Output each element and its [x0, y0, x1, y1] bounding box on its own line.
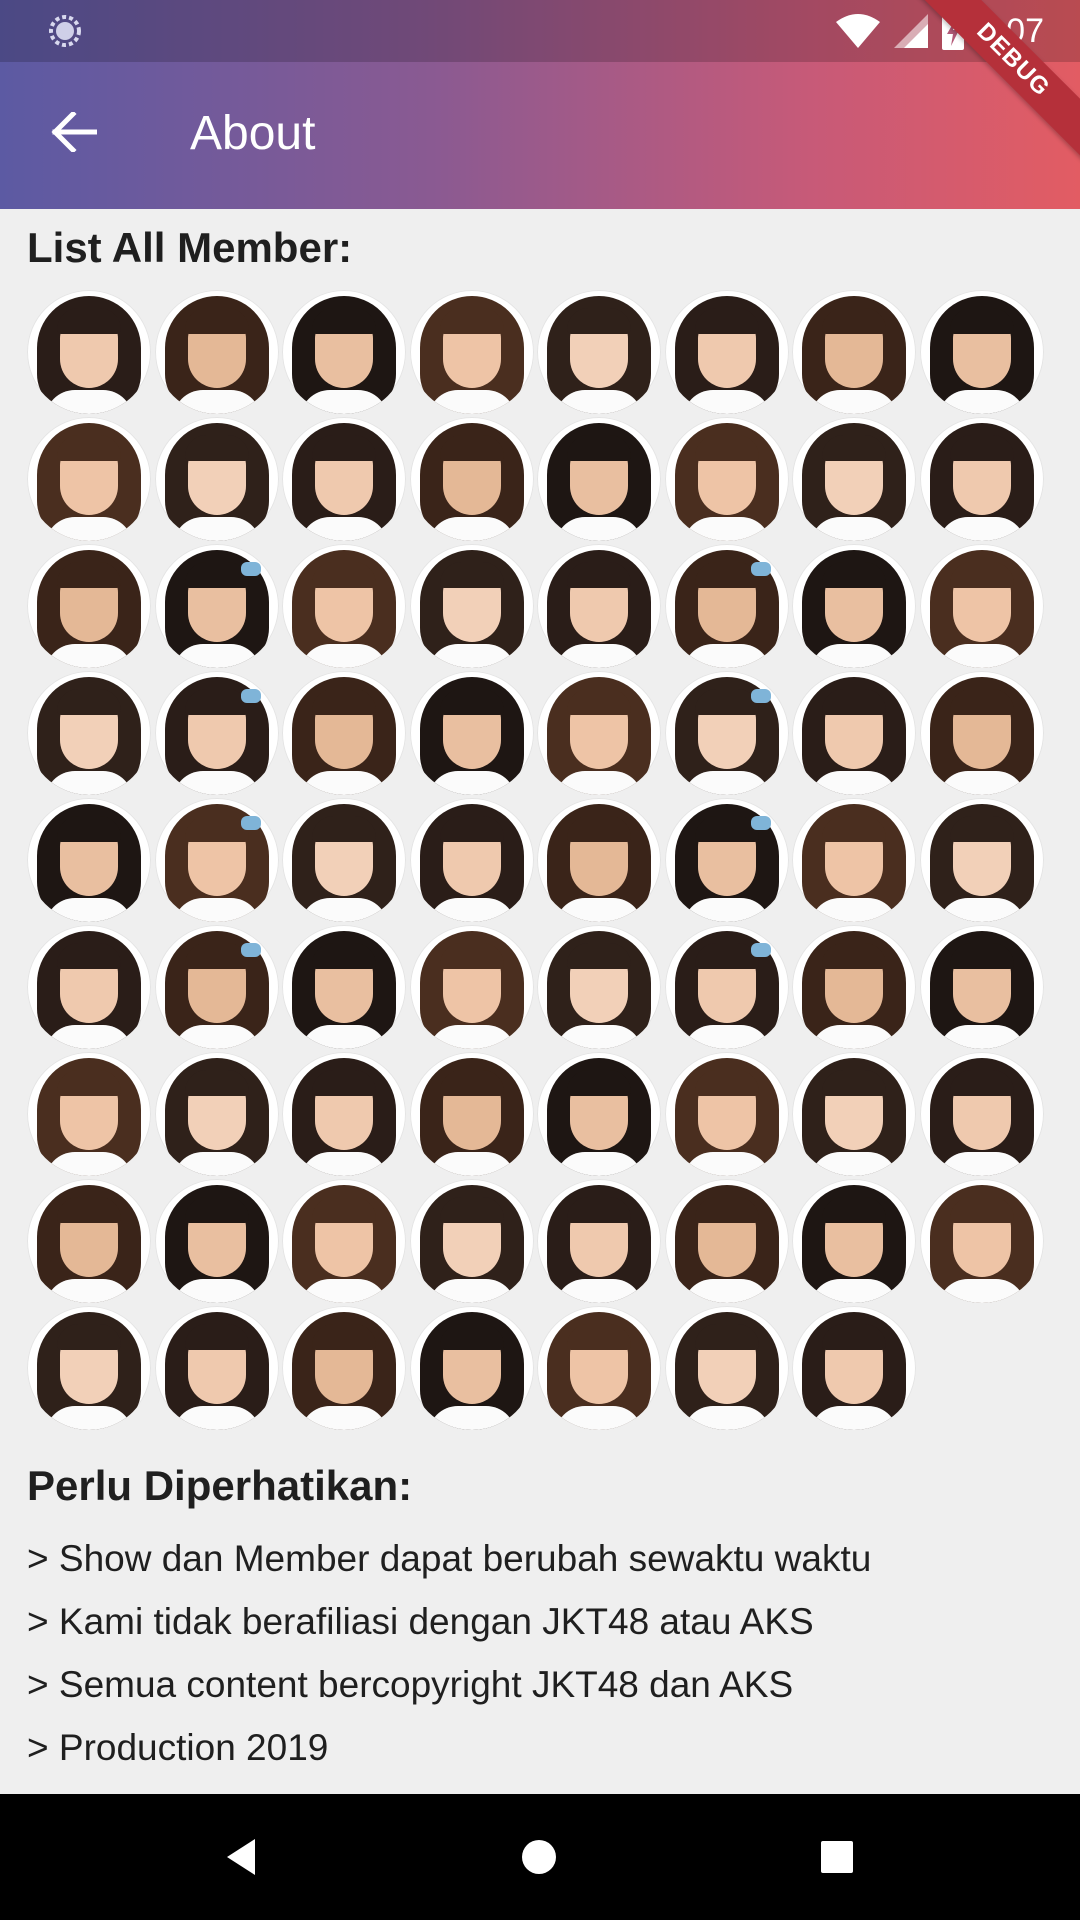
member-avatar[interactable]: [409, 544, 534, 668]
nav-recents-icon: [821, 1841, 853, 1873]
loading-icon: [49, 15, 81, 47]
nav-back-button[interactable]: [210, 1826, 272, 1888]
member-avatar[interactable]: [792, 417, 916, 541]
member-avatar[interactable]: [919, 798, 1044, 922]
member-avatar[interactable]: [282, 544, 406, 668]
member-avatar[interactable]: [919, 671, 1044, 795]
system-nav-bar: [0, 1794, 1080, 1920]
member-avatar[interactable]: [27, 290, 151, 414]
member-avatar[interactable]: [537, 1306, 661, 1430]
notes-title: Perlu Diperhatikan:: [27, 1462, 413, 1509]
member-avatar[interactable]: [27, 798, 151, 922]
member-avatar[interactable]: [664, 1306, 789, 1430]
member-grid: [27, 290, 1047, 1430]
page-title: About: [190, 107, 316, 160]
member-avatar[interactable]: [27, 925, 151, 1049]
member-avatar[interactable]: [792, 544, 916, 668]
member-avatar[interactable]: [27, 1052, 151, 1176]
member-avatar[interactable]: [537, 1052, 661, 1176]
member-avatar[interactable]: [792, 1179, 916, 1303]
member-avatar[interactable]: [154, 1052, 279, 1176]
member-avatar[interactable]: [664, 544, 789, 668]
member-avatar[interactable]: [27, 671, 151, 795]
member-avatar[interactable]: [409, 417, 534, 541]
member-avatar[interactable]: [27, 1179, 151, 1303]
member-avatar[interactable]: [154, 417, 279, 541]
member-avatar[interactable]: [537, 290, 661, 414]
member-avatar[interactable]: [664, 671, 789, 795]
member-avatar[interactable]: [154, 798, 279, 922]
member-avatar[interactable]: [537, 798, 661, 922]
member-avatar[interactable]: [282, 417, 406, 541]
member-avatar[interactable]: [409, 798, 534, 922]
member-avatar[interactable]: [409, 1179, 534, 1303]
member-avatar[interactable]: [27, 1306, 151, 1430]
member-avatar[interactable]: [537, 1179, 661, 1303]
nav-recents-button[interactable]: [806, 1826, 868, 1888]
member-avatar[interactable]: [919, 544, 1044, 668]
member-avatar[interactable]: [537, 925, 661, 1049]
member-avatar[interactable]: [664, 925, 789, 1049]
note-line: > Semua content bercopyright JKT48 dan A…: [27, 1664, 794, 1705]
member-list-title: List All Member:: [27, 224, 353, 271]
member-avatar[interactable]: [282, 1052, 406, 1176]
member-avatar[interactable]: [154, 290, 279, 414]
notes-list: > Show dan Member dapat berubah sewaktu …: [27, 1527, 871, 1779]
nav-home-button[interactable]: [508, 1826, 570, 1888]
member-avatar[interactable]: [154, 1179, 279, 1303]
member-avatar[interactable]: [537, 671, 661, 795]
member-avatar[interactable]: [664, 1179, 789, 1303]
member-avatar[interactable]: [664, 1052, 789, 1176]
member-avatar[interactable]: [409, 290, 534, 414]
member-avatar[interactable]: [282, 671, 406, 795]
member-avatar[interactable]: [664, 417, 789, 541]
member-avatar[interactable]: [919, 290, 1044, 414]
member-avatar[interactable]: [919, 417, 1044, 541]
member-avatar[interactable]: [282, 798, 406, 922]
member-avatar[interactable]: [409, 1306, 534, 1430]
member-avatar[interactable]: [792, 1052, 916, 1176]
member-avatar[interactable]: [792, 798, 916, 922]
member-avatar[interactable]: [154, 544, 279, 668]
member-avatar[interactable]: [664, 798, 789, 922]
wifi-icon: [835, 14, 880, 48]
member-avatar[interactable]: [792, 671, 916, 795]
member-avatar[interactable]: [664, 290, 789, 414]
member-avatar[interactable]: [792, 925, 916, 1049]
member-avatar[interactable]: [919, 1179, 1044, 1303]
member-avatar[interactable]: [282, 1179, 406, 1303]
arrow-left-icon: [51, 112, 97, 152]
back-button[interactable]: [36, 94, 112, 170]
member-avatar[interactable]: [537, 544, 661, 668]
status-bar: 6:07: [0, 0, 1080, 62]
note-line: > Show dan Member dapat berubah sewaktu …: [27, 1538, 872, 1579]
note-line: > Kami tidak berafiliasi dengan JKT48 at…: [27, 1601, 814, 1642]
member-avatar[interactable]: [154, 1306, 279, 1430]
app-bar: About: [0, 62, 1080, 209]
member-avatar[interactable]: [282, 290, 406, 414]
member-avatar[interactable]: [27, 417, 151, 541]
header-gradient: 6:07 About: [0, 0, 1080, 209]
signal-icon: [893, 14, 928, 48]
member-avatar[interactable]: [282, 925, 406, 1049]
member-avatar[interactable]: [537, 417, 661, 541]
member-avatar[interactable]: [27, 544, 151, 668]
member-avatar[interactable]: [409, 671, 534, 795]
member-avatar[interactable]: [792, 1306, 916, 1430]
member-avatar[interactable]: [409, 1052, 534, 1176]
nav-back-icon: [227, 1839, 255, 1875]
member-avatar[interactable]: [409, 925, 534, 1049]
member-avatar[interactable]: [282, 1306, 406, 1430]
member-avatar[interactable]: [154, 671, 279, 795]
member-avatar[interactable]: [919, 1052, 1044, 1176]
member-avatar[interactable]: [792, 290, 916, 414]
note-line: > Production 2019: [27, 1727, 329, 1768]
member-avatar[interactable]: [154, 925, 279, 1049]
nav-home-icon: [522, 1840, 556, 1874]
member-avatar[interactable]: [919, 925, 1044, 1049]
